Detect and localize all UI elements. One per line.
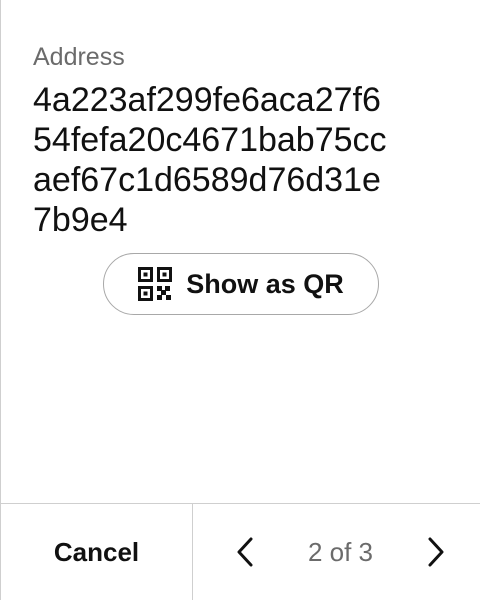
- address-label: Address: [33, 43, 125, 71]
- chevron-right-icon[interactable]: [424, 534, 448, 570]
- chevron-left-icon[interactable]: [233, 534, 257, 570]
- address-value: 4a223af299fe6aca27f6 54fefa20c4671bab75c…: [33, 80, 460, 240]
- address-line: aef67c1d6589d76d31e: [33, 161, 381, 199]
- cancel-button[interactable]: Cancel: [1, 504, 193, 600]
- address-line: 4a223af299fe6aca27f6: [33, 81, 381, 119]
- pager: 2 of 3: [193, 504, 480, 600]
- cancel-label: Cancel: [53, 536, 140, 567]
- address-detail-screen: Address 4a223af299fe6aca27f6 54fefa20c46…: [0, 0, 480, 600]
- show-qr-label: Show as QR: [186, 268, 344, 299]
- footer-bar: Cancel 2 of 3: [1, 503, 480, 600]
- qr-code-icon: [138, 267, 173, 301]
- page-indicator: 2 of 3: [307, 536, 374, 567]
- show-qr-button[interactable]: Show as QR: [103, 253, 379, 315]
- address-line: 7b9e4: [33, 201, 128, 239]
- address-section: Address 4a223af299fe6aca27f6 54fefa20c46…: [33, 40, 460, 240]
- address-line: 54fefa20c4671bab75cc: [33, 121, 387, 159]
